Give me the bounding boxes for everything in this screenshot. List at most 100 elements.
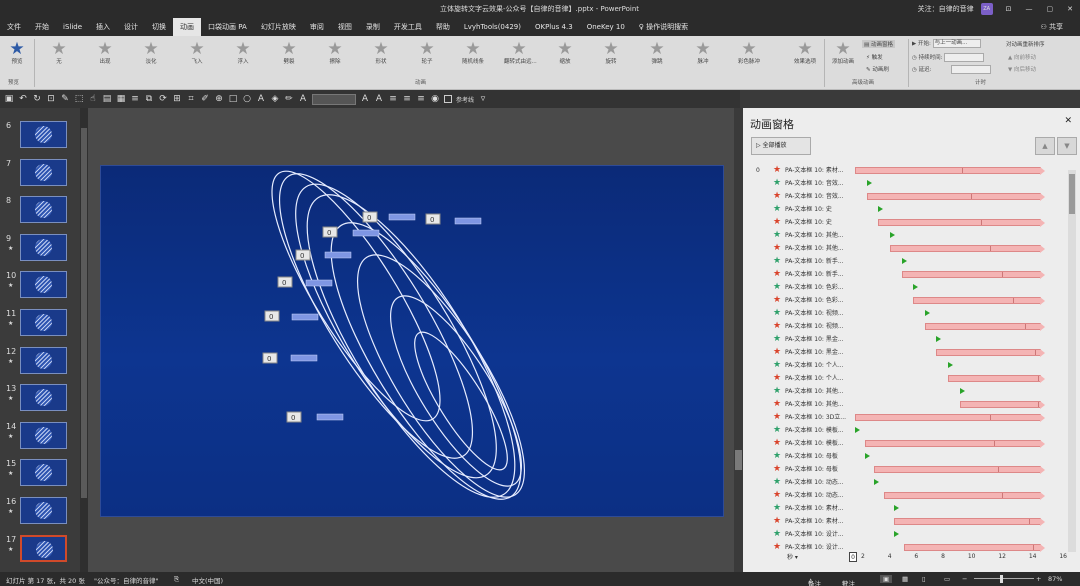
line-color-icon[interactable]: ✏: [284, 94, 294, 104]
tab-onekey[interactable]: OneKey 10: [580, 18, 632, 36]
animation-list-item[interactable]: ★ PA-文本框 10: 模板...: [743, 424, 1069, 437]
trigger-button[interactable]: ⚡ 触发: [866, 53, 883, 61]
minimize-button[interactable]: —: [1019, 5, 1040, 13]
animation-list-item[interactable]: ★ PA-文本框 10: 史: [743, 216, 1069, 229]
timing-bar[interactable]: [855, 414, 1046, 422]
slide-thumbnail[interactable]: [20, 233, 67, 261]
effect-14-button[interactable]: ★ 弹跳: [642, 39, 672, 66]
timing-bar[interactable]: [913, 297, 1046, 305]
scrollbar-thumb[interactable]: [81, 128, 87, 498]
redo-icon[interactable]: ↻: [32, 94, 42, 104]
tab-file[interactable]: 文件: [0, 18, 28, 36]
word-textbox[interactable]: [316, 413, 344, 421]
tab-islide[interactable]: iSlide: [56, 18, 89, 36]
timing-bar[interactable]: [901, 271, 1045, 279]
effect-9-button[interactable]: ★ 轮子: [412, 39, 442, 66]
timing-bar[interactable]: [874, 466, 1046, 474]
animation-list-item[interactable]: ★ PA-文本框 10: 母板: [743, 450, 1069, 463]
animation-list-item[interactable]: ★ PA-文本框 10: 其他...: [743, 385, 1069, 398]
timing-bar[interactable]: [959, 401, 1046, 409]
tab-home[interactable]: 开始: [28, 18, 56, 36]
animation-list-item[interactable]: ★ PA-文本框 10: 其他...: [743, 242, 1069, 255]
animation-list-item[interactable]: ★ PA-文本框 10: 新手...: [743, 268, 1069, 281]
undo-icon[interactable]: ↶: [18, 94, 28, 104]
start-from-beginning-icon[interactable]: ⊡: [46, 94, 56, 104]
animation-list-item[interactable]: ★ PA-文本框 10: 色彩...: [743, 281, 1069, 294]
animation-list-item[interactable]: ★ PA-文本框 10: 其他...: [743, 229, 1069, 242]
orbit-ellipse[interactable]: [368, 279, 544, 503]
merge-icon[interactable]: ⊕: [214, 94, 224, 104]
spellcheck-icon[interactable]: ⎘: [174, 575, 179, 584]
timing-bar[interactable]: [924, 323, 1046, 331]
thumbnail-scrollbar[interactable]: [80, 108, 88, 572]
orbit-ellipse[interactable]: [245, 166, 467, 440]
animation-list-item[interactable]: ★ PA-文本框 10: 3D立...: [743, 411, 1069, 424]
restore-button[interactable]: ▢: [1040, 5, 1061, 13]
timing-bar[interactable]: [884, 492, 1046, 500]
scrollbar-thumb[interactable]: [735, 450, 742, 470]
account-name[interactable]: 关注：自律的音律: [911, 4, 981, 14]
effect-options-button[interactable]: ★ 效果选项: [790, 39, 820, 66]
play-all-button[interactable]: ▷ 全部播放: [751, 137, 811, 155]
rotate-icon[interactable]: ⟳: [158, 94, 168, 104]
circle-icon[interactable]: ○: [242, 94, 252, 104]
rotating-text-sphere-graphic[interactable]: 0 0 0 0 0 0 0 0: [101, 166, 725, 518]
align-center-icon[interactable]: ≡: [402, 94, 412, 104]
effect-3-button[interactable]: ★ 淡化: [136, 39, 166, 66]
tab-review[interactable]: 审阅: [303, 18, 331, 36]
timing-trigger-marker[interactable]: [913, 284, 919, 290]
slide-thumbnail[interactable]: [20, 121, 67, 148]
word-textbox[interactable]: [454, 217, 482, 225]
timing-trigger-marker[interactable]: [924, 310, 930, 316]
animation-painter-button[interactable]: ✎ 动画刷: [866, 65, 889, 73]
current-slide[interactable]: 0 0 0 0 0 0 0 0: [100, 165, 724, 517]
effect-16-button[interactable]: ★ 彩色脉冲: [734, 39, 764, 66]
slide-thumbnail[interactable]: [20, 346, 67, 374]
tab-design[interactable]: 设计: [117, 18, 145, 36]
word-textbox[interactable]: [290, 354, 318, 362]
timing-trigger-marker[interactable]: [893, 531, 899, 537]
effect-5-button[interactable]: ★ 浮入: [228, 39, 258, 66]
scrollbar-thumb[interactable]: [1069, 174, 1075, 214]
tab-insert[interactable]: 插入: [89, 18, 117, 36]
shrink-font-icon[interactable]: A: [374, 94, 384, 104]
pane-close-icon[interactable]: ✕: [1064, 116, 1072, 126]
animation-list-item[interactable]: ★ PA-文本框 10: 视频...: [743, 307, 1069, 320]
timing-trigger-marker[interactable]: [878, 206, 884, 212]
animation-list-item[interactable]: 0 ★ PA-文本框 10: 素材...: [743, 164, 1069, 177]
tab-transitions[interactable]: 切换: [145, 18, 173, 36]
timing-bar[interactable]: [866, 193, 1045, 201]
effect-4-button[interactable]: ★ 飞入: [182, 39, 212, 66]
effect-8-button[interactable]: ★ 形状: [366, 39, 396, 66]
slide-thumbnail[interactable]: [20, 497, 67, 524]
crop-icon[interactable]: ⌗: [186, 94, 196, 104]
fill-color-icon[interactable]: ◈: [270, 94, 280, 104]
format-painter-icon[interactable]: ✎: [60, 94, 70, 104]
timing-bar[interactable]: [948, 375, 1046, 383]
avatar[interactable]: ZA: [980, 3, 993, 15]
customize-dropdown-icon[interactable]: ▿: [478, 94, 488, 104]
seconds-dropdown[interactable]: 秒 ▾: [787, 552, 798, 561]
arrange-icon[interactable]: ⊞: [172, 94, 182, 104]
effect-6-button[interactable]: ★ 劈裂: [274, 39, 304, 66]
timing-bar[interactable]: [864, 440, 1045, 448]
timing-trigger-marker[interactable]: [948, 362, 954, 368]
normal-view-icon[interactable]: ▣: [880, 575, 893, 583]
slide-thumbnail[interactable]: [20, 271, 67, 299]
timing-trigger-marker[interactable]: [866, 180, 872, 186]
timing-trigger-marker[interactable]: [855, 427, 860, 433]
tab-help[interactable]: 帮助: [429, 18, 457, 36]
timing-trigger-marker[interactable]: [959, 388, 965, 394]
animation-list-item[interactable]: ★ PA-文本框 10: 素材...: [743, 515, 1069, 528]
eyedropper-icon[interactable]: ✐: [200, 94, 210, 104]
timing-trigger-marker[interactable]: [936, 336, 942, 342]
timing-bar[interactable]: [878, 219, 1046, 227]
font-color-icon[interactable]: A: [298, 94, 308, 104]
align-left-icon[interactable]: ≡: [388, 94, 398, 104]
animation-list-item[interactable]: ★ PA-文本框 10: 个人...: [743, 372, 1069, 385]
effect-13-button[interactable]: ★ 旋转: [596, 39, 626, 66]
slide-thumbnail[interactable]: [20, 309, 67, 336]
effect-1-button[interactable]: ★ 无: [44, 39, 74, 66]
animation-list-item[interactable]: ★ PA-文本框 10: 史: [743, 203, 1069, 216]
slide-scrollbar[interactable]: [734, 108, 743, 572]
